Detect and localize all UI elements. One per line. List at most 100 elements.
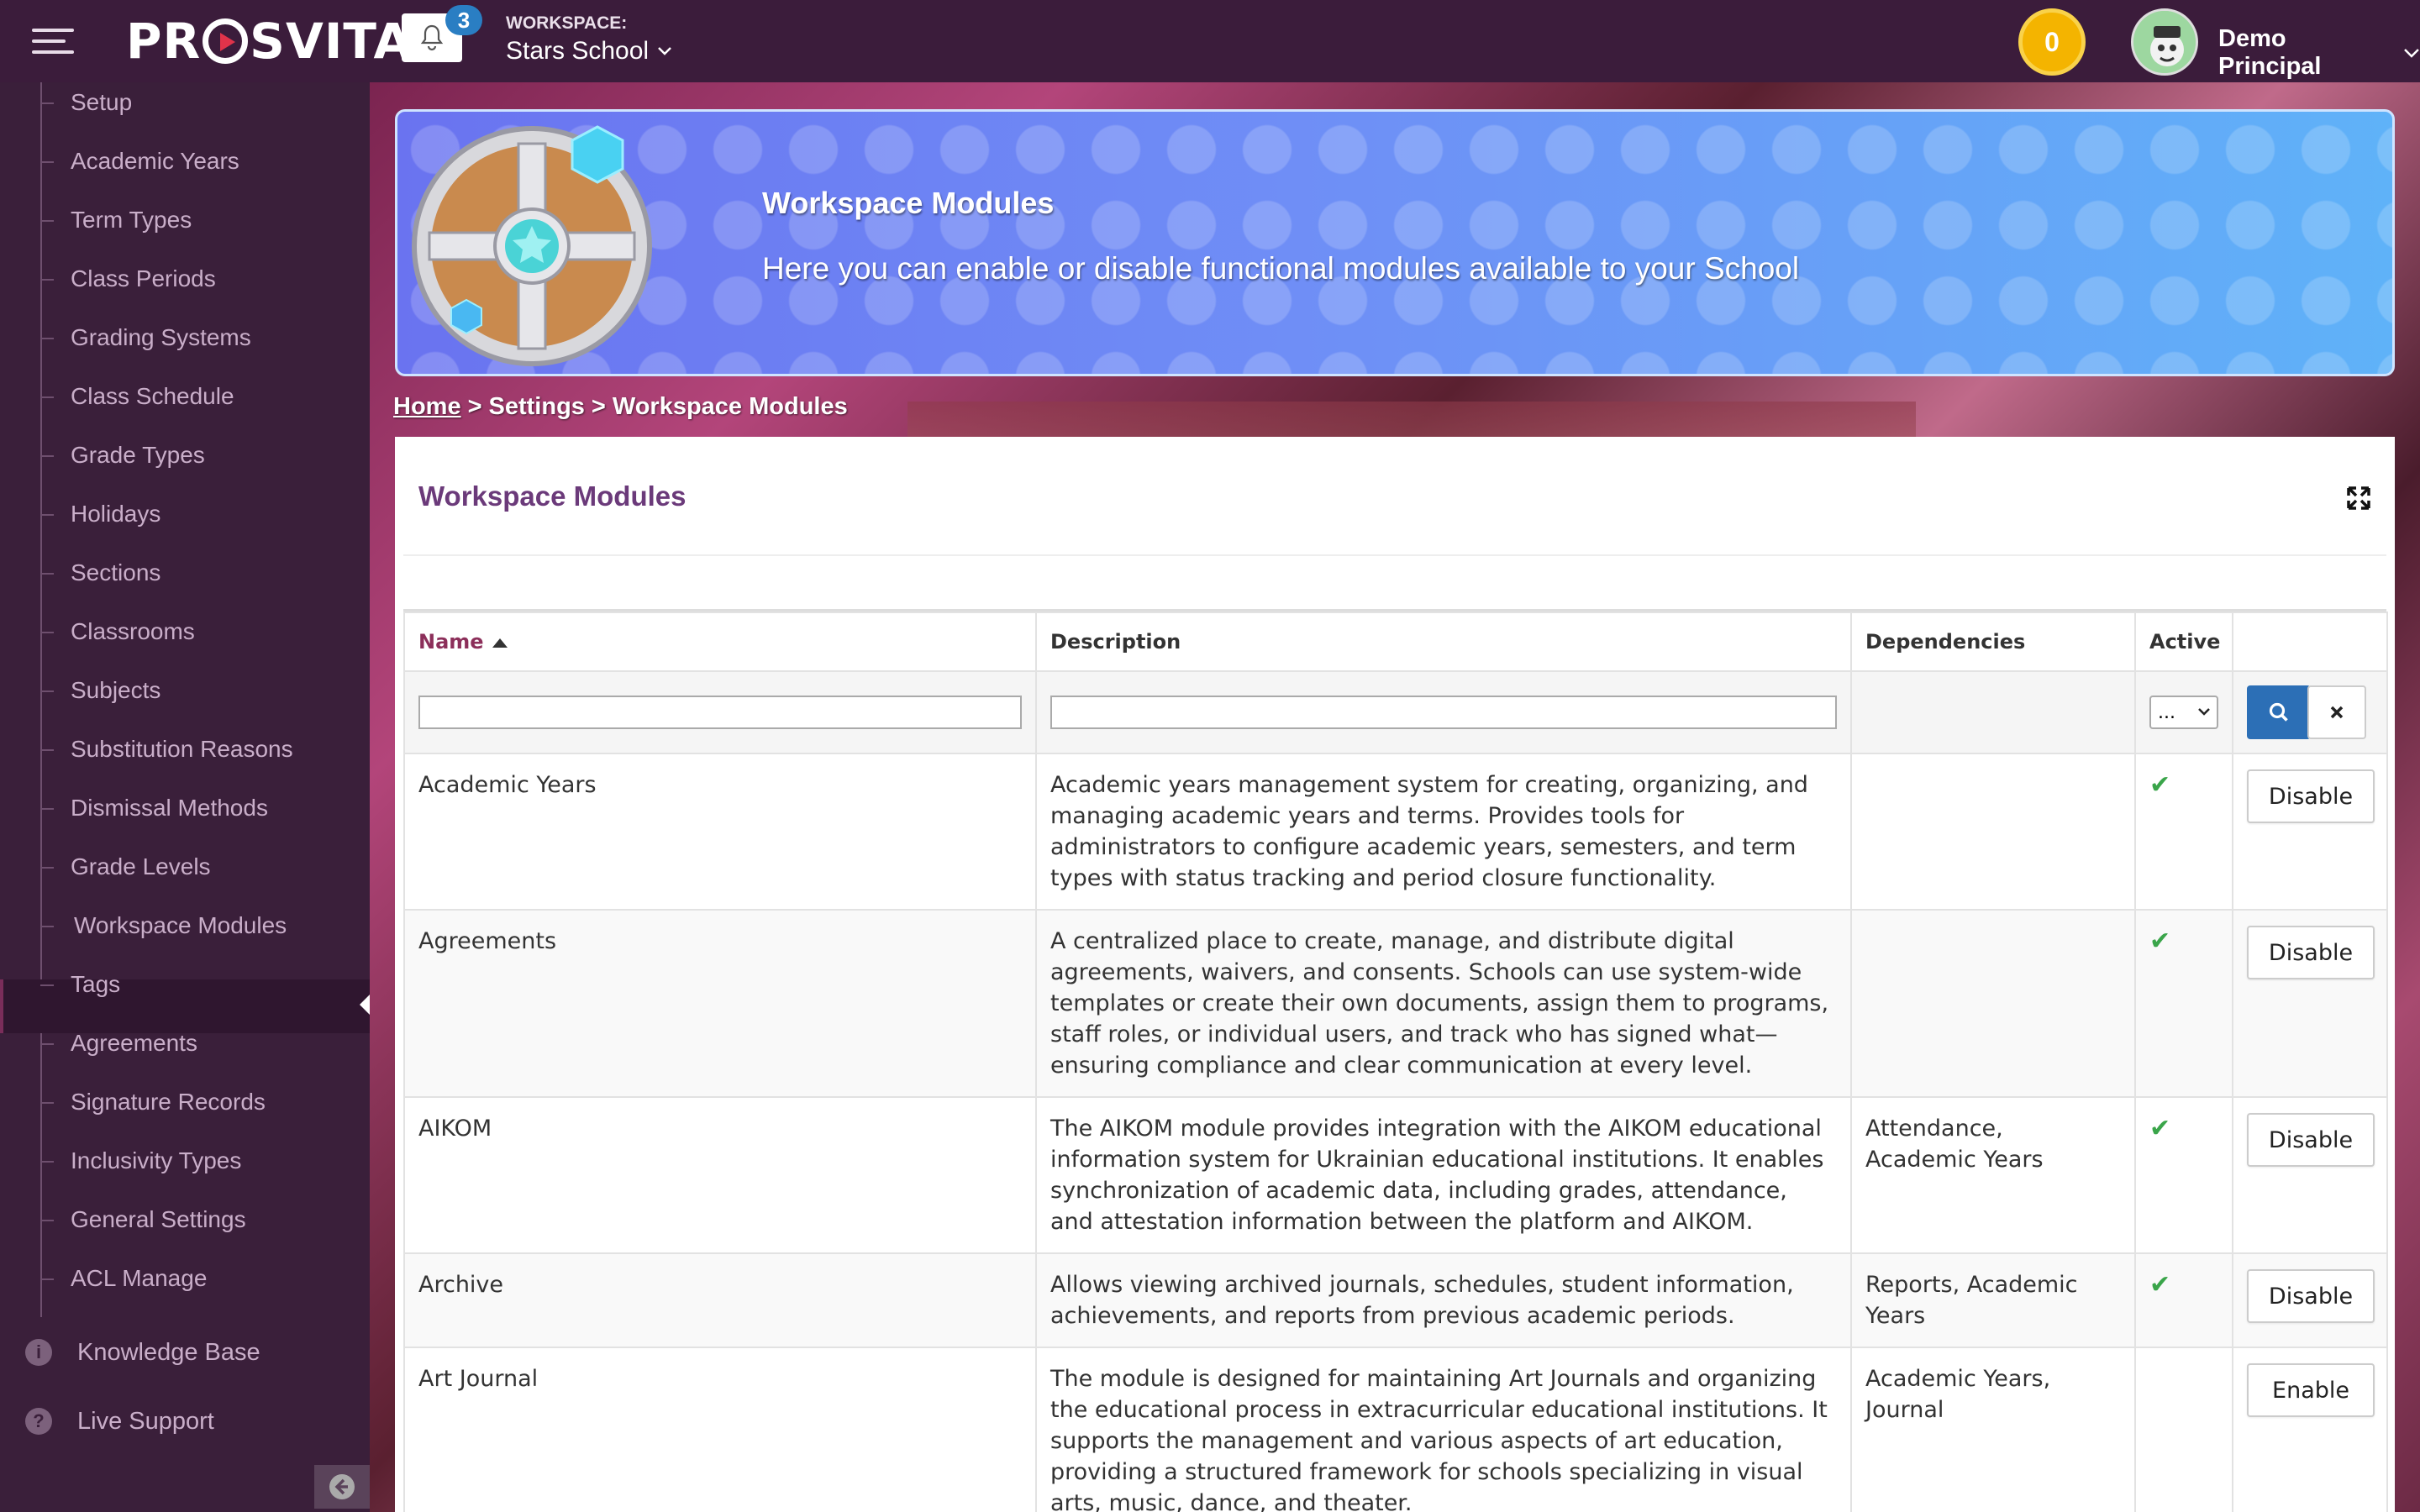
menu-icon[interactable] <box>32 29 74 54</box>
modules-table: Name Description Dependencies Active ... <box>403 612 2388 1512</box>
disable-button[interactable]: Disable <box>2247 769 2375 823</box>
module-name: Agreements <box>403 909 1037 1098</box>
knowledge-base-label: Knowledge Base <box>77 1338 260 1366</box>
module-name: Art Journal <box>403 1347 1037 1512</box>
workspace-label: WORKSPACE: <box>506 13 628 33</box>
disable-button[interactable]: Disable <box>2247 1113 2375 1167</box>
sidebar-item-grade-types[interactable]: Grade Types <box>71 438 205 472</box>
table-row: Academic Years Academic years management… <box>403 753 2388 911</box>
sidebar-item-grading-systems[interactable]: Grading Systems <box>71 321 251 354</box>
name-filter-input[interactable] <box>418 696 1022 729</box>
logo[interactable]: PR SVITA <box>126 12 412 71</box>
sidebar-item-class-periods[interactable]: Class Periods <box>71 262 216 296</box>
chevron-down-icon <box>658 47 671 55</box>
banner-subtitle: Here you can enable or disable functiona… <box>762 251 1800 286</box>
question-icon: ? <box>25 1408 52 1435</box>
sidebar-active-highlight <box>0 979 370 1033</box>
panel-header: Workspace Modules <box>403 445 2386 556</box>
module-description: The AIKOM module provides integration wi… <box>1035 1096 1852 1254</box>
active-indicator-icon <box>360 995 370 1015</box>
sidebar-item-inclusivity-types[interactable]: Inclusivity Types <box>71 1144 241 1178</box>
sidebar-item-agreements[interactable]: Agreements <box>71 1026 197 1060</box>
table-row: Art Journal The module is designed for m… <box>403 1347 2388 1512</box>
module-dependencies <box>1850 909 2136 1098</box>
table-row: Agreements A centralized place to create… <box>403 909 2388 1098</box>
module-dependencies: Reports, Academic Years <box>1850 1252 2136 1348</box>
sidebar-item-term-types[interactable]: Term Types <box>71 203 192 237</box>
close-icon <box>2330 706 2344 719</box>
chevron-down-icon <box>2198 708 2210 716</box>
check-icon: ✔ <box>2149 770 2171 800</box>
module-description: A centralized place to create, manage, a… <box>1035 909 1852 1098</box>
enable-button[interactable]: Enable <box>2247 1363 2375 1417</box>
column-header-name[interactable]: Name <box>403 612 1037 672</box>
module-description: Academic years management system for cre… <box>1035 753 1852 911</box>
panel-title: Workspace Modules <box>418 480 687 512</box>
sidebar-item-acl-manage[interactable]: ACL Manage <box>71 1262 207 1295</box>
column-header-active: Active <box>2134 612 2233 672</box>
sidebar-item-setup[interactable]: Setup <box>71 86 132 119</box>
sidebar-item-holidays[interactable]: Holidays <box>71 497 160 531</box>
column-header-actions <box>2232 612 2388 672</box>
sidebar-item-academic-years[interactable]: Academic Years <box>71 144 239 178</box>
sidebar-item-workspace-modules[interactable]: Workspace Modules <box>74 909 287 942</box>
sidebar-item-dismissal-methods[interactable]: Dismissal Methods <box>71 791 268 825</box>
sidebar-item-knowledge-base[interactable]: i Knowledge Base <box>25 1334 260 1371</box>
sidebar-item-live-support[interactable]: ? Live Support <box>25 1403 214 1440</box>
disable-button[interactable]: Disable <box>2247 1269 2375 1323</box>
table-row: Archive Allows viewing archived journals… <box>403 1252 2388 1348</box>
filter-row: ... <box>403 670 2388 754</box>
workspace-selector[interactable]: Stars School <box>506 37 672 66</box>
module-dependencies: Academic Years, Journal <box>1850 1347 2136 1512</box>
info-icon: i <box>25 1339 52 1366</box>
breadcrumb-home-link[interactable]: Home <box>393 393 461 421</box>
breadcrumb: Home > Settings > Workspace Modules <box>393 393 848 421</box>
sidebar-item-classrooms[interactable]: Classrooms <box>71 615 195 648</box>
sidebar-item-grade-levels[interactable]: Grade Levels <box>71 850 211 884</box>
expand-icon[interactable] <box>2346 486 2371 511</box>
module-name: Archive <box>403 1252 1037 1348</box>
live-support-label: Live Support <box>77 1407 214 1435</box>
column-header-dependencies: Dependencies <box>1850 612 2136 672</box>
clear-filter-button[interactable] <box>2307 685 2366 739</box>
modules-panel: Workspace Modules Name Description Depen… <box>395 437 2395 1512</box>
shield-icon <box>412 125 652 366</box>
sidebar-item-subjects[interactable]: Subjects <box>71 674 160 707</box>
banner-title: Workspace Modules <box>762 186 1055 220</box>
module-description: The module is designed for maintaining A… <box>1035 1347 1852 1512</box>
check-icon: ✔ <box>2149 1114 2171 1143</box>
check-icon: ✔ <box>2149 1270 2171 1299</box>
module-dependencies <box>1850 753 2136 911</box>
disable-button[interactable]: Disable <box>2247 926 2375 979</box>
search-button[interactable] <box>2247 685 2311 739</box>
breadcrumb-separator: > <box>467 393 482 420</box>
arrow-left-circle-icon <box>329 1474 355 1499</box>
user-menu[interactable]: Demo Principal <box>2218 25 2420 81</box>
collapse-sidebar-button[interactable] <box>314 1465 370 1509</box>
search-icon <box>2269 702 2288 722</box>
notification-badge: 3 <box>445 5 482 35</box>
sidebar-item-tags[interactable]: Tags <box>71 968 120 1001</box>
sidebar-item-general-settings[interactable]: General Settings <box>71 1203 246 1236</box>
chevron-down-icon <box>2404 49 2419 58</box>
sidebar-item-class-schedule[interactable]: Class Schedule <box>71 380 234 413</box>
sidebar-tree-line <box>40 82 42 1317</box>
sidebar: Setup Academic Years Term Types Class Pe… <box>0 82 370 1512</box>
active-filter-select[interactable]: ... <box>2149 696 2218 729</box>
workspace-value: Stars School <box>506 37 650 65</box>
module-dependencies: Attendance, Academic Years <box>1850 1096 2136 1254</box>
module-name: Academic Years <box>403 753 1037 911</box>
coin-counter[interactable]: 0 <box>2018 8 2086 76</box>
sort-ascending-icon <box>492 638 508 648</box>
column-header-description: Description <box>1035 612 1852 672</box>
logo-play-icon <box>203 18 249 64</box>
description-filter-input[interactable] <box>1050 696 1837 729</box>
avatar[interactable] <box>2131 8 2198 76</box>
sidebar-item-signature-records[interactable]: Signature Records <box>71 1085 266 1119</box>
sidebar-item-substitution-reasons[interactable]: Substitution Reasons <box>71 732 293 766</box>
breadcrumb-separator: > <box>591 393 606 420</box>
breadcrumb-current: Workspace Modules <box>612 393 848 420</box>
table-row: AIKOM The AIKOM module provides integrat… <box>403 1096 2388 1254</box>
top-bar: PR SVITA 3 WORKSPACE: Stars School 0 Demo… <box>0 0 2420 82</box>
sidebar-item-sections[interactable]: Sections <box>71 556 160 590</box>
